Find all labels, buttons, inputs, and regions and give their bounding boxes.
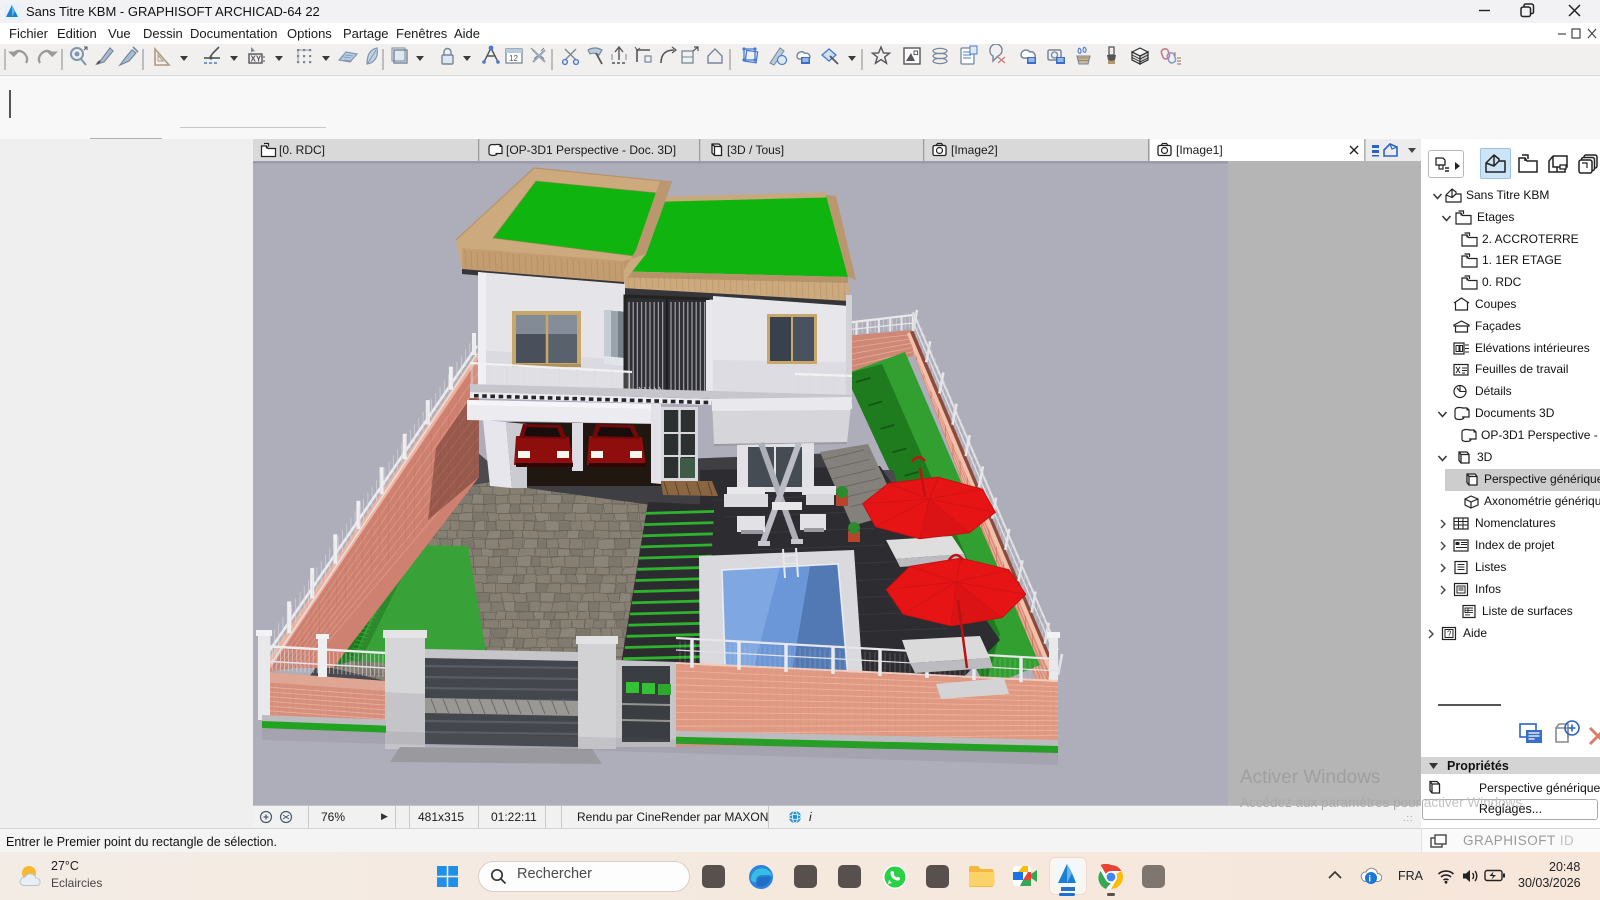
svg-text:i: i [1369,874,1372,884]
svg-text:12: 12 [509,54,518,63]
svg-text:XY: XY [251,55,262,64]
svg-text:?: ? [1447,630,1452,639]
